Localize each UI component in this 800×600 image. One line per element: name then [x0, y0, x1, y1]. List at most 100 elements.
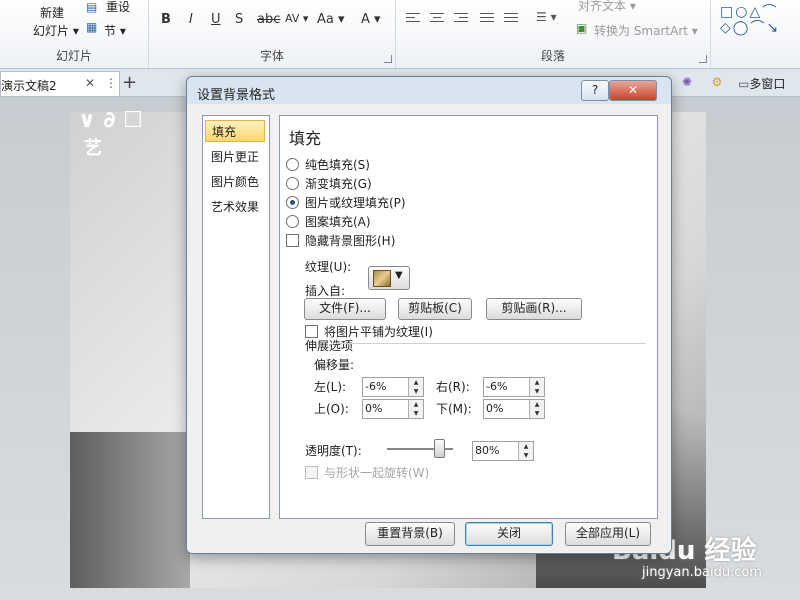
document-tab[interactable]: 演示文稿2 ✕ ⋮ — [0, 71, 120, 96]
transparency-slider-thumb[interactable] — [434, 439, 446, 458]
slides-group-label: 幻灯片 — [55, 49, 92, 63]
multi-window-label: 多窗口 — [749, 77, 786, 91]
drawing-group: □○△⌒ ◇◯⌒↘ — [712, 0, 800, 68]
chevron-down-icon: ▼ — [395, 270, 403, 281]
nav-picture-color[interactable]: 图片颜色 — [205, 171, 265, 193]
document-tab-label: 演示文稿2 — [1, 79, 57, 93]
paragraph-group: ☰ ▾ 对齐文本 ▾ ▣ 转换为 SmartArt ▾ 段落 — [396, 0, 711, 68]
close-icon[interactable]: ✕ — [85, 76, 95, 90]
distribute-icon[interactable] — [504, 12, 518, 24]
clipart-button[interactable]: 剪贴画(R)... — [486, 298, 582, 320]
solid-fill-radio[interactable] — [286, 158, 299, 171]
transparency-input[interactable]: 80% ▲ ▼ — [472, 441, 534, 461]
offset-top-value: 0% — [365, 402, 383, 415]
offset-bottom-label: 下(M): — [436, 402, 472, 416]
paragraph-launcher-icon[interactable] — [699, 55, 707, 63]
new-slide-button[interactable]: 新建 — [40, 4, 64, 21]
hide-background-label: 隐藏背景图形(H) — [305, 234, 396, 248]
magic-icon[interactable]: ✺ — [678, 73, 696, 91]
strikethrough-button[interactable]: abc — [257, 12, 280, 27]
spin-arrows-icon[interactable]: ▲ ▼ — [518, 442, 533, 460]
paragraph-group-label: 段落 — [540, 49, 565, 63]
help-button[interactable]: ? — [581, 80, 609, 101]
transparency-value: 80% — [475, 444, 500, 457]
fill-panel: 填充 纯色填充(S) 渐变填充(G) 图片或纹理填充(P) 图案填充(A) 隐藏… — [279, 115, 658, 519]
separator — [336, 343, 646, 344]
underline-button[interactable]: U — [211, 12, 221, 27]
font-group: B I U S abc AV ▾ Aa ▾ A ▾ 字体 — [149, 0, 396, 68]
clipboard-button[interactable]: 剪贴板(C) — [398, 298, 472, 320]
baidu-watermark-url: jingyan.baidu.com — [642, 565, 762, 580]
gear-icon[interactable]: ⚙ — [708, 73, 726, 91]
reset-button[interactable]: 重设 — [106, 0, 130, 15]
offset-right-value: -6% — [486, 380, 508, 393]
format-background-dialog: 设置背景格式 ? ✕ 填充 图片更正 图片颜色 艺术效果 填充 纯色填充(S) … — [186, 76, 672, 554]
spin-arrows-icon[interactable]: ▲ ▼ — [529, 378, 544, 396]
justify-icon[interactable] — [480, 12, 494, 24]
align-left-icon[interactable] — [406, 12, 420, 24]
texture-label: 纹理(U): — [305, 260, 352, 274]
align-right-icon[interactable] — [454, 12, 468, 24]
apply-all-button[interactable]: 全部应用(L) — [565, 522, 651, 546]
change-case-button[interactable]: Aa ▾ — [317, 12, 345, 27]
shapes-gallery-icon[interactable]: □○△⌒ ◇◯⌒↘ — [720, 4, 780, 36]
gradient-fill-label: 渐变填充(G) — [305, 177, 372, 191]
section-button[interactable]: 节 ▾ — [104, 22, 126, 39]
new-slide-dropdown[interactable]: 幻灯片 ▾ — [33, 22, 79, 39]
pattern-fill-label: 图案填充(A) — [305, 215, 371, 229]
insert-from-label: 插入自: — [305, 284, 346, 298]
offset-left-input[interactable]: -6% ▲ ▼ — [362, 377, 424, 397]
slide-shadow — [70, 432, 190, 588]
more-icon[interactable]: ⋮ — [105, 76, 117, 90]
new-tab-button[interactable]: + — [122, 72, 137, 93]
offset-label: 偏移量: — [314, 358, 355, 372]
rotate-with-shape-checkbox[interactable] — [305, 466, 318, 479]
font-launcher-icon[interactable] — [384, 55, 392, 63]
offset-bottom-input[interactable]: 0% ▲ ▼ — [483, 399, 545, 419]
offset-right-label: 右(R): — [436, 380, 470, 394]
dialog-close-button[interactable]: ✕ — [609, 80, 657, 101]
offset-left-value: -6% — [365, 380, 387, 393]
hide-background-checkbox[interactable] — [286, 234, 299, 247]
slides-group: 新建 幻灯片 ▾ ▤ 重设 ▦ 节 ▾ 幻灯片 — [0, 0, 149, 68]
picture-fill-radio[interactable] — [286, 196, 299, 209]
file-button[interactable]: 文件(F)... — [304, 298, 386, 320]
nav-fill[interactable]: 填充 — [205, 120, 265, 142]
offset-top-label: 上(O): — [314, 402, 349, 416]
offset-right-input[interactable]: -6% ▲ ▼ — [483, 377, 545, 397]
char-spacing-button[interactable]: AV ▾ — [285, 12, 308, 25]
convert-smartart-button[interactable]: 转换为 SmartArt ▾ — [594, 22, 698, 39]
category-list: 填充 图片更正 图片颜色 艺术效果 — [202, 115, 270, 519]
offset-left-label: 左(L): — [314, 380, 347, 394]
offset-bottom-value: 0% — [486, 402, 504, 415]
layout-icon[interactable]: ▤ — [86, 0, 97, 14]
panel-title: 填充 — [289, 129, 322, 148]
nav-picture-corrections[interactable]: 图片更正 — [205, 146, 265, 168]
font-group-label: 字体 — [259, 49, 284, 63]
smartart-icon[interactable]: ▣ — [576, 21, 587, 35]
offset-top-input[interactable]: 0% ▲ ▼ — [362, 399, 424, 419]
columns-icon[interactable]: ☰ ▾ — [536, 10, 557, 24]
font-color-button[interactable]: A ▾ — [361, 12, 381, 27]
reset-background-button[interactable]: 重置背景(B) — [365, 522, 455, 546]
spin-arrows-icon[interactable]: ▲ ▼ — [408, 378, 423, 396]
multi-window-button[interactable]: ▭多窗口 — [738, 75, 785, 92]
section-icon[interactable]: ▦ — [86, 20, 97, 34]
stretch-options-label: 伸展选项 — [305, 339, 354, 353]
pattern-fill-radio[interactable] — [286, 215, 299, 228]
spin-arrows-icon[interactable]: ▲ ▼ — [529, 400, 544, 418]
shadow-button[interactable]: S — [235, 12, 243, 27]
align-text-button[interactable]: 对齐文本 ▾ — [578, 0, 636, 14]
texture-picker[interactable]: ▼ — [368, 266, 410, 290]
window-icon: ▭ — [738, 77, 750, 91]
bold-button[interactable]: B — [161, 12, 171, 27]
close-button[interactable]: 关闭 — [465, 522, 553, 546]
nav-artistic-effects[interactable]: 艺术效果 — [205, 196, 265, 218]
italic-button[interactable]: I — [189, 12, 193, 27]
picture-fill-label: 图片或纹理填充(P) — [305, 196, 406, 210]
texture-swatch-icon — [373, 270, 391, 287]
gradient-fill-radio[interactable] — [286, 177, 299, 190]
align-center-icon[interactable] — [430, 12, 444, 24]
dialog-title: 设置背景格式 — [197, 88, 276, 103]
spin-arrows-icon[interactable]: ▲ ▼ — [408, 400, 423, 418]
